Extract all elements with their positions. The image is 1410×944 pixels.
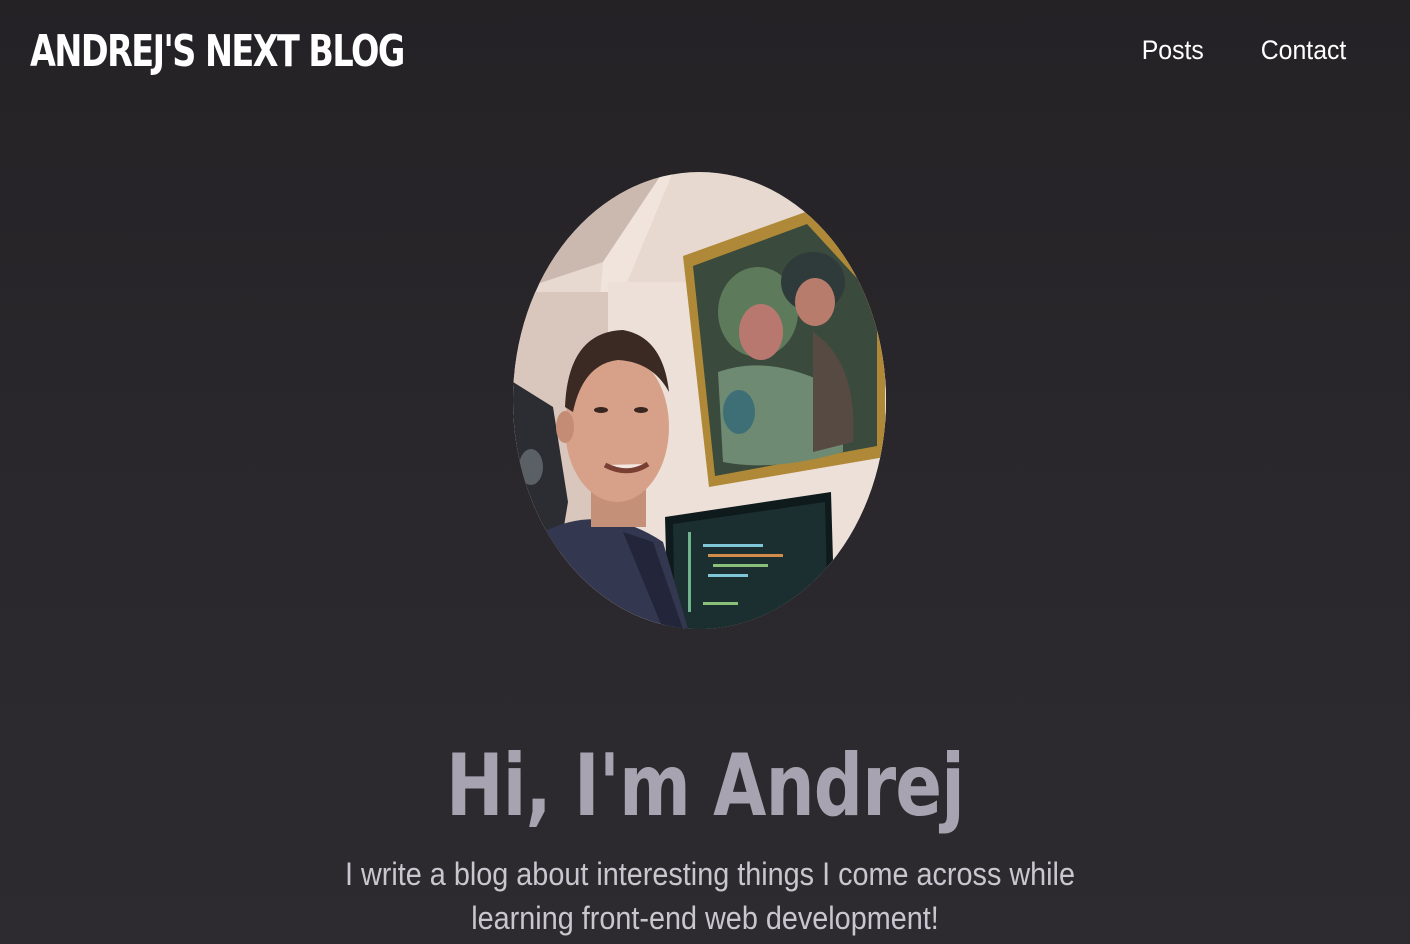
site-logo[interactable]: ANDREJ'S NEXT BLOG: [30, 22, 405, 82]
main-nav: Posts Contact: [1139, 30, 1350, 70]
site-header: ANDREJ'S NEXT BLOG Posts Contact: [0, 0, 1410, 108]
hero-title: Hi, I'm Andrej: [445, 735, 965, 836]
hero-subtitle-line2: learning front-end web development!: [471, 900, 939, 936]
hero-subtitle: I write a blog about interesting things …: [305, 852, 1105, 940]
nav-link-posts[interactable]: Posts: [1142, 30, 1204, 70]
profile-photo-image: [513, 172, 886, 629]
nav-link-contact[interactable]: Contact: [1261, 30, 1347, 70]
hero-subtitle-line1: I write a blog about interesting things …: [345, 856, 1075, 892]
profile-avatar: [513, 172, 886, 629]
